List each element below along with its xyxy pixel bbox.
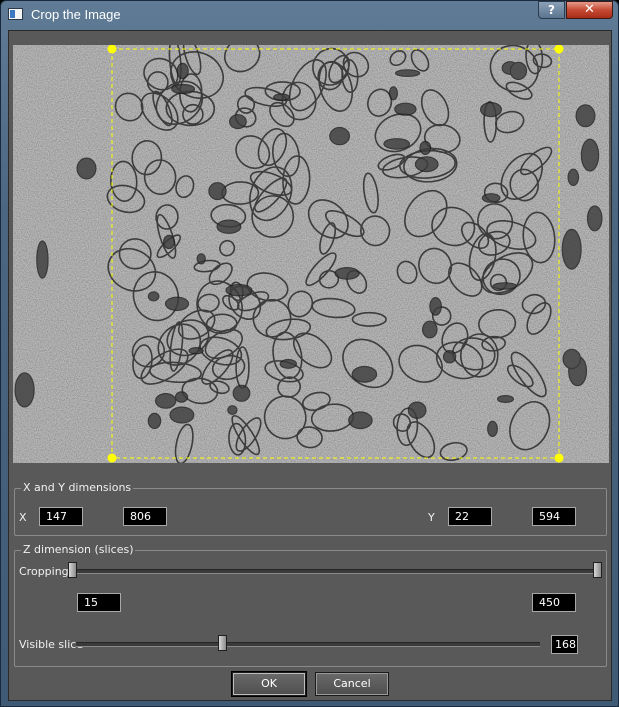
visible-slice-handle[interactable]: [218, 635, 227, 651]
x-min-field[interactable]: 147: [39, 507, 83, 526]
cropping-label: Cropping: [19, 565, 69, 578]
z-range-min-handle[interactable]: [68, 562, 77, 578]
cancel-button[interactable]: Cancel: [315, 672, 389, 696]
title-bar[interactable]: Crop the Image ? ✕: [1, 1, 618, 29]
y-max-field[interactable]: 594: [532, 507, 576, 526]
visible-slice-slider-track[interactable]: [76, 642, 540, 647]
z-range-max-handle[interactable]: [593, 562, 602, 578]
x-label: X: [19, 511, 27, 524]
visible-slice-label: Visible slice: [19, 638, 84, 651]
image-preview[interactable]: [13, 45, 609, 463]
y-min-field[interactable]: 22: [448, 507, 492, 526]
z-dimension-group: Z dimension (slices) Cropping 15 450 Vis…: [14, 543, 607, 667]
x-max-field[interactable]: 806: [123, 507, 167, 526]
ok-button[interactable]: OK: [232, 672, 306, 696]
z-group-title: Z dimension (slices): [21, 543, 136, 556]
window-title: Crop the Image: [31, 7, 121, 22]
help-button[interactable]: ?: [538, 1, 565, 19]
microscopy-image: [13, 45, 609, 463]
crop-handle-bottom-right[interactable]: [554, 453, 564, 463]
z-range-slider-track[interactable]: [72, 569, 602, 574]
visible-slice-field[interactable]: 168: [551, 635, 578, 654]
xy-dimensions-group: X and Y dimensions X 147 806 Y 22 594: [14, 481, 607, 536]
z-max-field[interactable]: 450: [532, 593, 576, 612]
xy-group-title: X and Y dimensions: [21, 481, 134, 494]
y-label: Y: [428, 511, 435, 524]
close-button[interactable]: ✕: [566, 1, 613, 19]
app-window-icon: [8, 8, 23, 20]
crop-dialog-window: Crop the Image ? ✕ X and Y dimensions X …: [0, 0, 619, 707]
z-min-field[interactable]: 15: [77, 593, 121, 612]
dialog-client-area: X and Y dimensions X 147 806 Y 22 594 Z …: [8, 30, 612, 701]
crop-handle-bottom-left[interactable]: [107, 453, 117, 463]
